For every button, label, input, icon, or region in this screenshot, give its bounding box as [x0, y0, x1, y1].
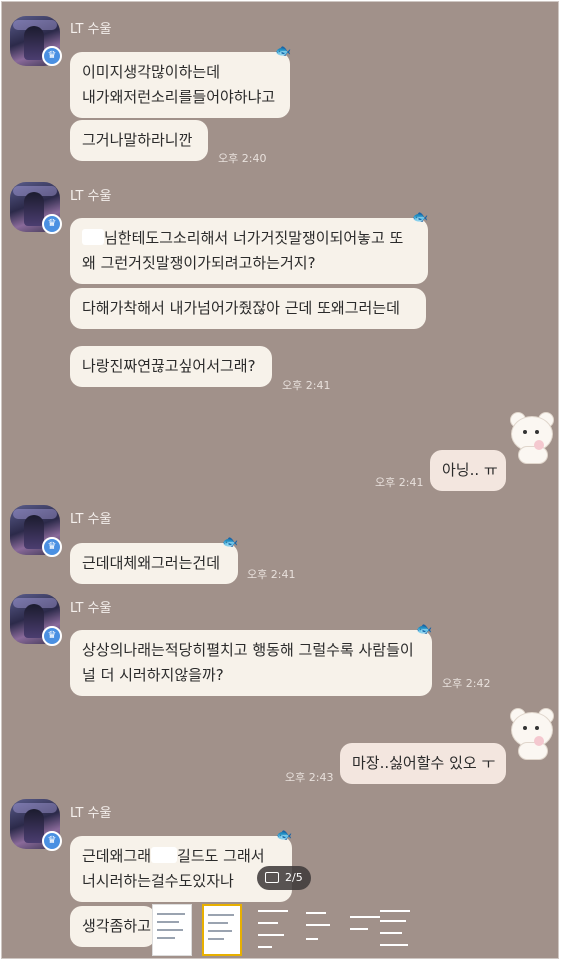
- message-line: 너시러하는걸수도있자나: [82, 872, 234, 890]
- sender-name: LT 수울: [70, 806, 112, 821]
- message-bubble[interactable]: 생각좀하고: [70, 906, 156, 947]
- crown-badge-icon: ♛: [42, 831, 62, 851]
- message-line: 그거나말하라니깐: [82, 131, 193, 149]
- message-line: 왜 그런거짓말쟁이가되려고하는거지?: [82, 254, 316, 272]
- message-bubble[interactable]: 다해가착해서 내가넘어가줬잖아 근데 또왜그러는데: [70, 288, 426, 329]
- message-bubble[interactable]: 님한테도그소리해서 너가거짓말쟁이되어놓고 또 왜 그런거짓말쟁이가되려고하는거…: [70, 218, 428, 284]
- message-time: 오후 2:41: [375, 476, 424, 489]
- my-message-bubble[interactable]: 마장..싫어할수 있오 ㅜ: [340, 743, 506, 784]
- message-line: 이미지생각많이하는데: [82, 63, 221, 81]
- message-time: 오후 2:41: [247, 568, 296, 581]
- fish-sticker-icon: 🐟: [222, 535, 239, 550]
- message-line: 마장..싫어할수 있오 ㅜ: [352, 754, 496, 772]
- message-bubble[interactable]: 이미지생각많이하는데 내가왜저런소리를들어야하냐고: [70, 52, 290, 118]
- message-bubble[interactable]: 상상의나래는적당히펼치고 행동해 그럴수록 사람들이 널 더 시러하지않을까?: [70, 630, 432, 696]
- redacted-name: [82, 229, 104, 245]
- message-line: 나랑진짜연끊고싶어서그래?: [82, 357, 256, 375]
- message-line: 상상의나래는적당히펼치고 행동해 그럴수록 사람들이: [82, 641, 414, 659]
- message-line: 아닝.. ㅠ: [442, 461, 498, 479]
- thumbnail-selected[interactable]: [202, 904, 242, 956]
- message-time: 오후 2:41: [282, 379, 331, 392]
- thumbnail[interactable]: [376, 904, 416, 956]
- sender-name: LT 수울: [70, 601, 112, 616]
- crown-badge-icon: ♛: [42, 626, 62, 646]
- sender-name: LT 수울: [70, 512, 112, 527]
- thumbnail[interactable]: [302, 904, 342, 956]
- message-bubble[interactable]: 그거나말하라니깐: [70, 120, 208, 161]
- redacted-name: [151, 847, 178, 863]
- message-line: 내가왜저런소리를들어야하냐고: [82, 88, 276, 106]
- bear-profile-sticker: [508, 706, 554, 760]
- image-page-indicator[interactable]: 2/5: [257, 866, 311, 890]
- bear-profile-sticker: [508, 410, 554, 464]
- message-bubble[interactable]: 근데대체왜그러는건데: [70, 543, 238, 584]
- message-line: 근데왜그래 길드도 그래서: [82, 844, 280, 869]
- thumbnail[interactable]: [254, 904, 294, 956]
- message-text: 길드도 그래서: [177, 847, 265, 865]
- page-count: 2/5: [285, 871, 303, 884]
- fish-sticker-icon: 🐟: [275, 44, 292, 59]
- message-time: 오후 2:42: [442, 677, 491, 690]
- crown-badge-icon: ♛: [42, 537, 62, 557]
- message-time: 오후 2:43: [285, 771, 334, 784]
- crown-badge-icon: ♛: [42, 214, 62, 234]
- message-line: 생각좀하고: [82, 917, 152, 935]
- message-text: 근데왜그래: [82, 847, 152, 865]
- sender-name: LT 수울: [70, 22, 112, 37]
- message-bubble[interactable]: 나랑진짜연끊고싶어서그래?: [70, 346, 272, 387]
- thumbnail-strip: [150, 900, 420, 958]
- thumbnail[interactable]: [152, 904, 192, 956]
- message-line: 근데대체왜그러는건데: [82, 554, 221, 572]
- message-line: 다해가착해서 내가넘어가줬잖아 근데 또왜그러는데: [82, 299, 400, 317]
- chat-room: ♛ LT 수울 이미지생각많이하는데 내가왜저런소리를들어야하냐고 🐟 그거나말…: [1, 1, 559, 959]
- message-text: 님한테도그소리해서 너가거짓말쟁이되어놓고 또: [104, 229, 404, 247]
- fish-sticker-icon: 🐟: [412, 210, 429, 225]
- message-bubble[interactable]: 근데왜그래 길드도 그래서 너시러하는걸수도있자나: [70, 836, 292, 902]
- message-time: 오후 2:40: [218, 152, 267, 165]
- sender-name: LT 수울: [70, 189, 112, 204]
- message-line: 널 더 시러하지않을까?: [82, 666, 224, 684]
- fish-sticker-icon: 🐟: [276, 828, 293, 843]
- crown-badge-icon: ♛: [42, 46, 62, 66]
- my-message-bubble[interactable]: 아닝.. ㅠ: [430, 450, 506, 491]
- message-line: 님한테도그소리해서 너가거짓말쟁이되어놓고 또: [82, 226, 416, 251]
- image-icon: [265, 872, 279, 883]
- fish-sticker-icon: 🐟: [416, 622, 433, 637]
